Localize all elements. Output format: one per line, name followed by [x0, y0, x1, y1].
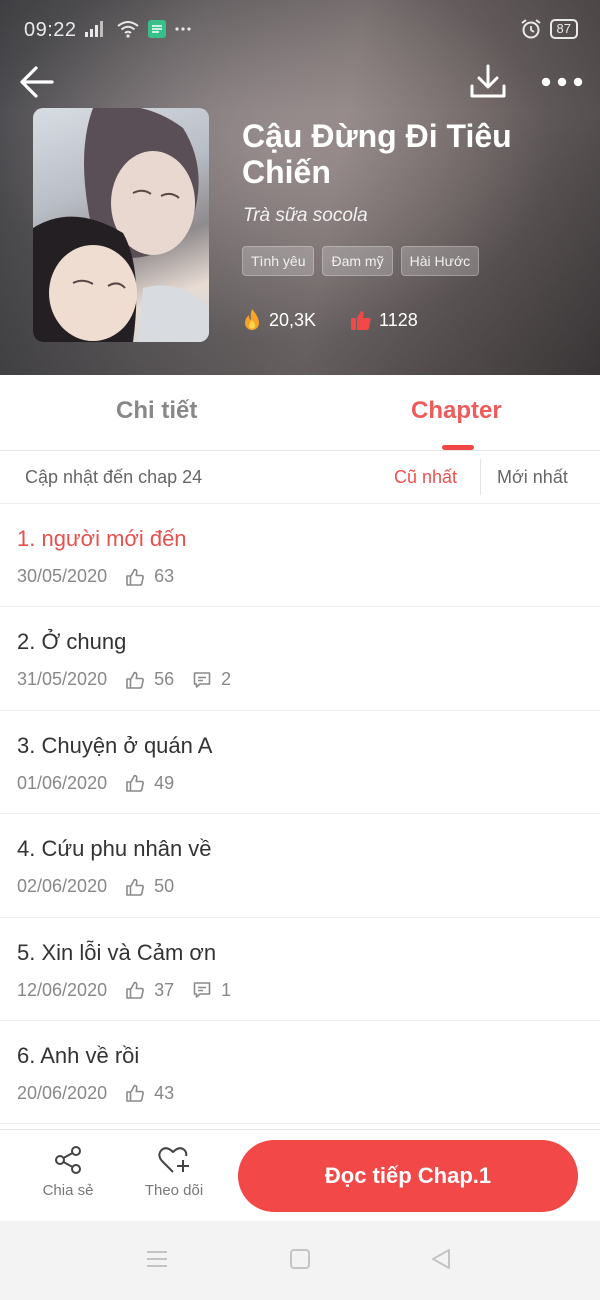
follow-button[interactable]: Theo dõi — [140, 1144, 208, 1199]
views-count: 20,3K — [269, 309, 317, 330]
back-triangle-icon[interactable] — [430, 1247, 452, 1271]
sort-newest-button[interactable]: Mới nhất — [497, 467, 568, 488]
thumbs-up-icon — [126, 1085, 144, 1103]
chapter-item[interactable]: 3. Chuyện ở quán A 01/06/2020 49 — [0, 711, 600, 815]
clock: 09:22 — [24, 19, 77, 41]
chapter-item[interactable]: 6. Anh về rồi 20/06/2020 43 — [0, 1021, 600, 1125]
book-author[interactable]: Trà sữa socola — [243, 205, 368, 227]
genre-tags: Tình yêu Đam mỹ Hài Hước — [242, 246, 480, 276]
thumbs-up-icon — [126, 568, 144, 586]
chapter-item[interactable]: 5. Xin lỗi và Cảm ơn 12/06/2020 37 1 — [0, 918, 600, 1021]
thumbs-up-icon — [126, 671, 144, 689]
content-tabs: Chi tiết Chapter — [0, 375, 600, 451]
menu-icon[interactable] — [146, 1247, 168, 1271]
thumbs-up-icon — [126, 878, 144, 896]
chapter-item[interactable]: 2. Ở chung 31/05/2020 56 2 — [0, 607, 600, 711]
likes-count: 1128 — [379, 309, 418, 330]
genre-tag[interactable]: Đam mỹ — [322, 246, 393, 276]
chapter-list: 1. người mới đến 30/05/2020 63 2. Ở chun… — [0, 504, 600, 1125]
comment-icon — [193, 672, 211, 688]
thumbs-up-filled-icon — [351, 311, 371, 330]
thumbs-up-icon — [126, 981, 144, 999]
update-status: Cập nhật đến chap 24 — [25, 467, 203, 487]
chapter-title: 5. Xin lỗi và Cảm ơn — [17, 939, 217, 965]
book-stats: 20,3K 1128 — [242, 308, 452, 332]
chapter-date: 01/06/2020 — [17, 772, 108, 793]
battery-indicator: 87 — [549, 19, 578, 39]
heart-plus-icon — [158, 1147, 189, 1173]
chapter-date: 02/06/2020 — [17, 876, 108, 897]
chapter-title: 1. người mới đến — [17, 526, 187, 551]
book-title: Cậu Đừng Đi Tiêu Chiến — [242, 118, 512, 190]
likes-stat: 1128 — [350, 309, 418, 331]
wifi-icon — [117, 21, 139, 38]
chapter-comments: 1 — [221, 979, 232, 1000]
home-icon[interactable] — [289, 1247, 311, 1271]
chapter-likes: 50 — [154, 876, 175, 897]
continue-reading-button[interactable]: Đọc tiếp Chap.1 — [238, 1140, 578, 1212]
chapter-sort-bar: Cập nhật đến chap 24 Cũ nhất Mới nhất — [0, 451, 600, 504]
tab-detail[interactable]: Chi tiết — [116, 397, 197, 425]
share-icon — [55, 1146, 81, 1174]
download-button[interactable] — [466, 62, 510, 102]
chapter-likes: 49 — [154, 772, 175, 793]
system-navigation-bar — [0, 1221, 600, 1300]
divider — [480, 459, 481, 495]
chapter-likes: 43 — [154, 1082, 175, 1103]
status-bar: 09:22 87 — [0, 0, 600, 60]
more-dots-icon — [541, 77, 583, 87]
share-label: Chia sẻ — [42, 1182, 94, 1199]
thumbs-up-icon — [126, 774, 144, 793]
more-options-button[interactable] — [538, 68, 586, 96]
chapter-likes: 56 — [154, 669, 175, 690]
chapter-title: 2. Ở chung — [17, 629, 127, 655]
active-tab-indicator — [442, 445, 474, 450]
comment-icon — [193, 982, 211, 998]
fire-icon — [245, 309, 259, 330]
chapter-date: 30/05/2020 — [17, 566, 108, 586]
chapter-date: 20/06/2020 — [17, 1082, 108, 1103]
genre-tag[interactable]: Tình yêu — [242, 246, 315, 276]
book-header: 09:22 87 Cậu Đừng Đi Tiêu Chiến Trà sữa … — [0, 0, 600, 375]
more-notifications-icon — [175, 27, 191, 31]
chapter-item[interactable]: 1. người mới đến 30/05/2020 63 — [0, 504, 600, 608]
chapter-title: 4. Cứu phu nhân về — [17, 836, 212, 862]
follow-label: Theo dõi — [144, 1182, 204, 1199]
download-icon — [470, 64, 506, 98]
chapter-comments: 2 — [221, 669, 232, 690]
app-notification-icon — [148, 20, 166, 38]
chapter-likes: 37 — [154, 979, 175, 1000]
signal-icon — [85, 21, 103, 37]
genre-tag[interactable]: Hài Hước — [400, 246, 480, 276]
tab-chapter[interactable]: Chapter — [411, 397, 502, 425]
views-stat: 20,3K — [242, 308, 316, 332]
back-button[interactable] — [16, 60, 60, 104]
back-arrow-icon — [20, 66, 54, 98]
chapter-title: 6. Anh về rồi — [17, 1042, 140, 1068]
bottom-action-bar: Chia sẻ Theo dõi Đọc tiếp Chap.1 — [0, 1129, 600, 1221]
alarm-icon — [520, 19, 541, 39]
chapter-date: 12/06/2020 — [17, 979, 108, 1000]
share-button[interactable]: Chia sẻ — [38, 1144, 98, 1199]
chapter-likes: 63 — [154, 566, 175, 586]
sort-oldest-button[interactable]: Cũ nhất — [394, 467, 457, 488]
chapter-title: 3. Chuyện ở quán A — [17, 732, 213, 758]
book-cover-image — [33, 108, 209, 342]
chapter-item[interactable]: 4. Cứu phu nhân về 02/06/2020 50 — [0, 814, 600, 918]
chapter-date: 31/05/2020 — [17, 669, 108, 690]
